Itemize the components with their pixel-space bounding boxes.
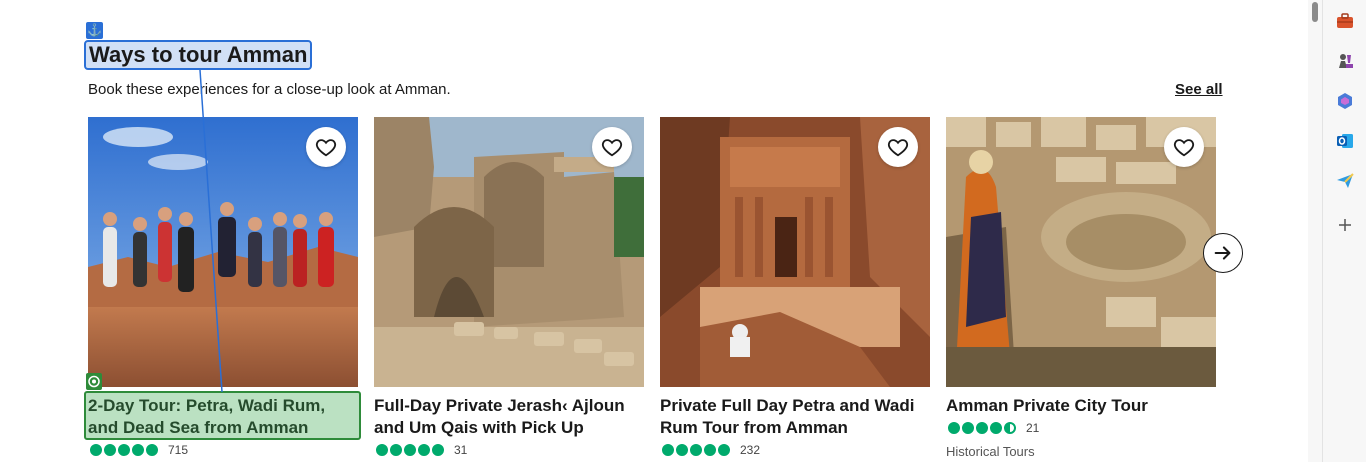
tour-image[interactable] — [374, 117, 644, 387]
review-count: 31 — [454, 443, 468, 457]
rating-bubble — [404, 444, 416, 456]
rating-bubble — [418, 444, 430, 456]
rating-bubbles: 21 — [948, 421, 1039, 435]
rating-bubble — [704, 444, 716, 456]
save-heart-button[interactable] — [1164, 127, 1204, 167]
rating-bubble — [990, 422, 1002, 434]
heart-icon — [601, 139, 623, 157]
rating-bubble — [976, 422, 988, 434]
scrollbar-thumb[interactable] — [1312, 2, 1318, 22]
arrow-right-icon — [1214, 246, 1231, 260]
rating-bubble — [718, 444, 730, 456]
rating-bubbles: 232 — [662, 443, 760, 457]
rating-bubble — [662, 444, 674, 456]
rating-bubble — [690, 444, 702, 456]
rating-bubble — [132, 444, 144, 456]
tour-card[interactable]: Full-Day Private Jerash‹ Ajloun and Um Q… — [374, 117, 644, 457]
tour-title[interactable]: Amman Private City Tour — [946, 395, 1216, 417]
rating-bubble — [146, 444, 158, 456]
rating-bubbles: 715 — [90, 443, 188, 457]
heart-icon — [887, 139, 909, 157]
rating-bubble — [90, 444, 102, 456]
save-heart-button[interactable] — [592, 127, 632, 167]
tour-image[interactable] — [946, 117, 1216, 387]
tour-title[interactable]: Private Full Day Petra and Wadi Rum Tour… — [660, 395, 930, 439]
see-all-link[interactable]: See all — [1175, 81, 1223, 98]
send-icon[interactable] — [1332, 168, 1358, 194]
rating-bubble — [390, 444, 402, 456]
rating-bubble — [104, 444, 116, 456]
rating-bubble-half — [1004, 422, 1016, 434]
rating-bubble — [432, 444, 444, 456]
review-count: 21 — [1026, 421, 1040, 435]
rating-bubble — [376, 444, 388, 456]
outlook-icon[interactable] — [1332, 128, 1358, 154]
tour-card[interactable]: Amman Private City Tour 21 Historical To… — [946, 117, 1216, 459]
rating-bubble — [676, 444, 688, 456]
briefcase-icon[interactable] — [1332, 8, 1358, 34]
page: ⚓ Ways to tour Amman Book these experien… — [0, 0, 1308, 462]
rating-bubble — [962, 422, 974, 434]
tour-category: Historical Tours — [946, 444, 1035, 459]
heart-icon — [1173, 139, 1195, 157]
copilot-icon[interactable] — [1332, 88, 1358, 114]
save-heart-button[interactable] — [878, 127, 918, 167]
browser-side-rail — [1322, 0, 1366, 462]
review-count: 232 — [740, 443, 761, 457]
page-scrollbar[interactable] — [1308, 0, 1322, 462]
rating-bubbles: 31 — [376, 443, 467, 457]
carousel-next-button[interactable] — [1203, 233, 1243, 273]
rating-bubble — [948, 422, 960, 434]
tour-title[interactable]: Full-Day Private Jerash‹ Ajloun and Um Q… — [374, 395, 644, 439]
plus-icon[interactable] — [1332, 212, 1358, 238]
tour-card[interactable]: Private Full Day Petra and Wadi Rum Tour… — [660, 117, 930, 457]
review-count: 715 — [168, 443, 189, 457]
tour-image[interactable] — [660, 117, 930, 387]
connector-line — [199, 69, 223, 393]
chess-icon[interactable] — [1332, 48, 1358, 74]
rating-bubble — [118, 444, 130, 456]
